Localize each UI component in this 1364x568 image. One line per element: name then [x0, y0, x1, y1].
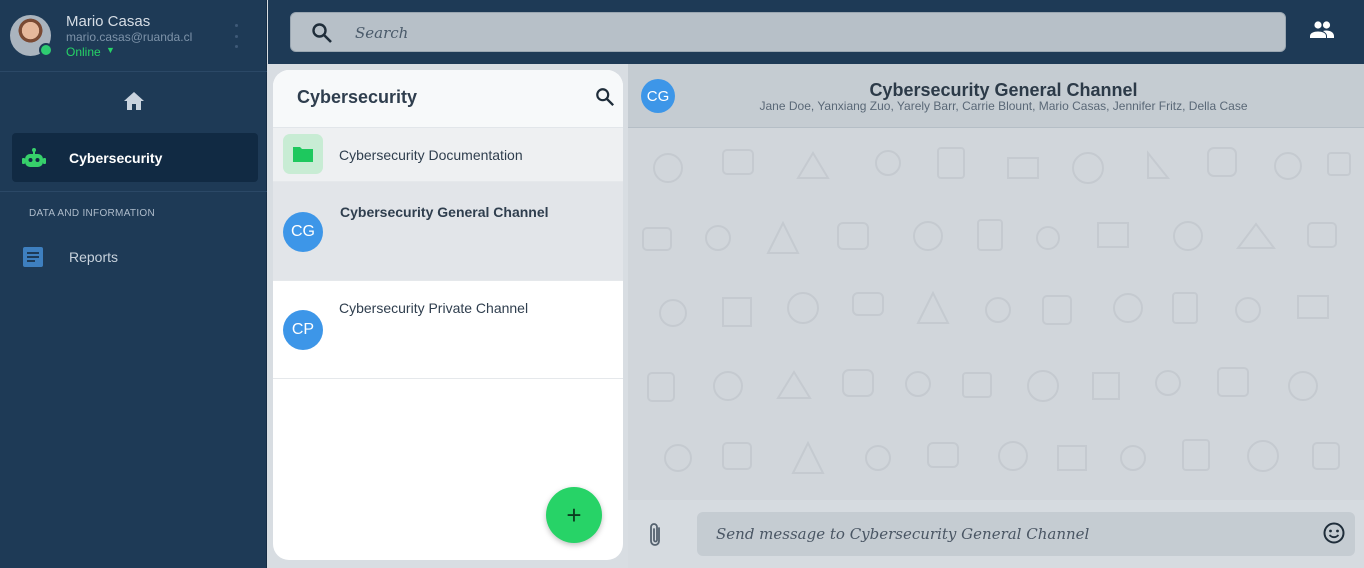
sidebar-item-label: Reports	[69, 249, 119, 265]
panel-header: Cybersecurity	[273, 70, 623, 128]
list-item-title: Cybersecurity Documentation	[339, 147, 523, 163]
attachment-icon[interactable]	[647, 522, 665, 548]
document-icon	[23, 247, 43, 267]
plus-icon: +	[566, 499, 582, 530]
message-placeholder: Send message to Cybersecurity General Ch…	[716, 525, 1090, 543]
list-item-title: Cybersecurity General Channel	[340, 204, 549, 220]
home-button[interactable]	[0, 73, 267, 129]
list-item[interactable]: CP Cybersecurity Private Channel	[273, 281, 623, 379]
chat-title: Cybersecurity General Channel	[869, 80, 1138, 100]
chat-area: CG Cybersecurity General Channel Jane Do…	[628, 64, 1364, 568]
sidebar: Mario Casas mario.casas@ruanda.cl Online…	[0, 0, 267, 568]
add-channel-button[interactable]: +	[546, 487, 602, 543]
section-title: DATA AND INFORMATION	[29, 208, 156, 219]
search-placeholder: Search	[355, 24, 409, 42]
folder-icon	[283, 134, 323, 174]
message-input[interactable]: Send message to Cybersecurity General Ch…	[697, 512, 1355, 556]
emoji-icon[interactable]	[1323, 522, 1345, 544]
search-icon	[312, 23, 332, 43]
divider	[0, 191, 267, 192]
robot-icon	[22, 148, 46, 167]
chat-background	[628, 128, 1364, 500]
chat-header: CG Cybersecurity General Channel Jane Do…	[628, 64, 1364, 128]
avatar: CG	[283, 212, 323, 252]
home-icon	[123, 92, 144, 110]
people-icon[interactable]	[1310, 20, 1334, 40]
panel-title: Cybersecurity	[297, 87, 418, 107]
more-options-icon[interactable]	[232, 24, 240, 48]
message-composer: Send message to Cybersecurity General Ch…	[628, 500, 1364, 568]
profile-name: Mario Casas	[66, 13, 151, 30]
avatar: CP	[283, 310, 323, 350]
status-dropdown[interactable]: Online	[66, 45, 101, 59]
sidebar-item-label: Cybersecurity	[69, 150, 163, 166]
user-profile[interactable]: Mario Casas mario.casas@ruanda.cl Online…	[0, 0, 267, 72]
list-item-title: Cybersecurity Private Channel	[339, 300, 529, 316]
top-bar: Search	[268, 0, 1364, 64]
sidebar-item-reports[interactable]: Reports	[0, 238, 267, 276]
online-status-dot	[39, 43, 53, 57]
search-input[interactable]: Search	[290, 12, 1286, 52]
list-item[interactable]: CG Cybersecurity General Channel	[273, 182, 623, 281]
chat-members: Jane Doe, Yanxiang Zuo, Yarely Barr, Car…	[759, 99, 1248, 113]
list-item[interactable]: Cybersecurity Documentation	[273, 128, 623, 182]
chevron-down-icon[interactable]: ▼	[106, 45, 115, 55]
search-icon[interactable]	[595, 87, 615, 107]
channel-list-panel: Cybersecurity Cybersecurity Documentatio…	[273, 70, 623, 560]
profile-email: mario.casas@ruanda.cl	[66, 30, 193, 44]
sidebar-item-cybersecurity[interactable]: Cybersecurity	[12, 133, 258, 182]
